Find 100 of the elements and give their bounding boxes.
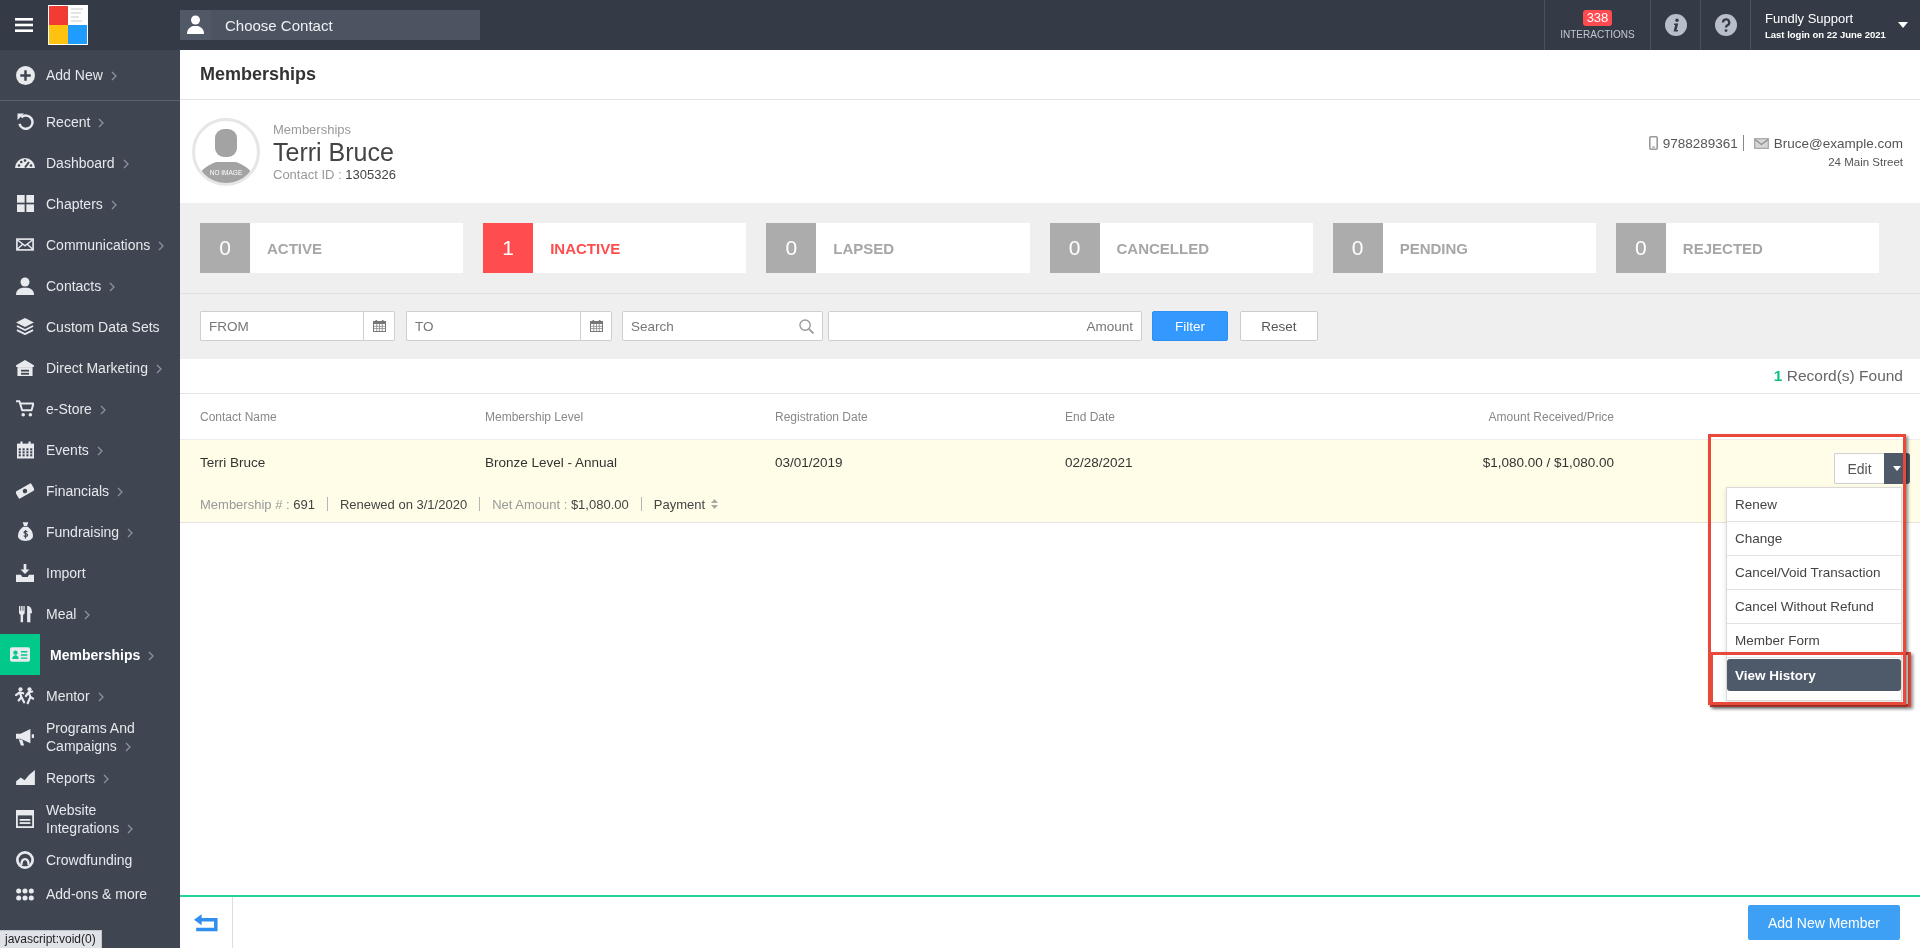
status-count: 1 (483, 223, 534, 273)
squares-logo-icon[interactable] (48, 5, 88, 45)
menu-item[interactable]: Cancel Without Refund (1727, 590, 1901, 624)
status-count: 0 (1615, 223, 1666, 273)
section-label: Memberships (273, 121, 352, 137)
status-count: 0 (1332, 223, 1383, 273)
browser-window-icon (16, 809, 34, 828)
sidebar-item[interactable]: Fundraising (0, 511, 180, 552)
menu-icon[interactable] (15, 18, 33, 32)
detail-label-value: Net Amount : $1,080.00 (492, 496, 629, 512)
sidebar-item[interactable]: Financials (0, 470, 180, 511)
column-header: Amount Received/Price (1487, 409, 1614, 424)
layers-icon (16, 318, 34, 335)
contact-id: Contact ID : 1305326 (273, 166, 396, 182)
utensils-icon (18, 604, 32, 623)
sidebar-item[interactable]: Import (0, 552, 180, 593)
envelope-icon (16, 238, 34, 251)
contact-name: Terri Bruce (273, 137, 394, 167)
sidebar-item[interactable]: Direct Marketing (0, 347, 180, 388)
sidebar-item[interactable]: Website Integrations (0, 798, 180, 839)
edit-button[interactable]: Edit (1834, 453, 1884, 484)
table-cell-text: Terri Bruce (200, 454, 267, 470)
interactions-count-badge: 338 (1582, 10, 1613, 26)
column-header: End Date (1065, 409, 1117, 424)
sidebar-item[interactable]: Add-ons & more (0, 880, 180, 908)
column-header: Registration Date (775, 409, 869, 424)
to-date-field[interactable]: TO (406, 311, 580, 341)
cart-icon (16, 400, 34, 417)
table-cell-text: 03/01/2019 (775, 454, 844, 470)
table-cell-text: Bronze Level - Annual (485, 454, 619, 470)
sidebar-item[interactable]: Programs And Campaigns (0, 716, 180, 757)
menu-item[interactable]: View History (1727, 659, 1901, 691)
sort-toggle[interactable]: Payment (653, 496, 719, 512)
sidebar-item[interactable]: Memberships (0, 634, 180, 675)
link-url-status: javascript:void(0) (0, 930, 102, 948)
sidebar-item[interactable]: Crowdfunding (0, 839, 180, 880)
sidebar-item[interactable]: Recent (0, 101, 180, 142)
calendar-icon (589, 320, 603, 332)
detail-label-value: Membership # : 691 (200, 496, 315, 512)
calendar-icon (372, 320, 386, 332)
status-count: 0 (766, 223, 817, 273)
menu-item[interactable]: Member Form (1727, 624, 1901, 658)
dots-grid-icon (16, 887, 34, 901)
area-chart-icon (15, 770, 35, 785)
calendar-button[interactable] (580, 311, 612, 341)
caret-icon (1893, 466, 1901, 471)
plus-circle-icon (15, 65, 35, 85)
search-field[interactable]: Search (622, 311, 823, 341)
sidebar-item[interactable]: Add New (0, 50, 180, 101)
menu-item[interactable]: Change (1727, 522, 1901, 556)
grid-icon (16, 195, 34, 212)
from-date-field[interactable]: FROM (200, 311, 363, 341)
calendar-button[interactable] (363, 311, 395, 341)
amount-field[interactable]: Amount (828, 311, 1142, 341)
dropdown-toggle-button[interactable] (1884, 453, 1910, 484)
building-icon (16, 359, 34, 376)
download-icon (16, 563, 34, 582)
sidebar-item[interactable]: Custom Data Sets (0, 306, 180, 347)
detail-text: Renewed on 3/1/2020 (339, 496, 468, 512)
ring-icon (16, 850, 34, 869)
user-icon (16, 276, 34, 295)
sidebar-item[interactable]: Events (0, 429, 180, 470)
running-people-icon (15, 686, 35, 705)
sidebar-item[interactable]: Chapters (0, 183, 180, 224)
menu-item[interactable]: Renew (1727, 488, 1901, 522)
interactions-button[interactable]: 338 INTERACTIONS (1560, 10, 1635, 40)
mobile-phone-icon (1648, 136, 1658, 150)
sidebar-item[interactable]: Mentor (0, 675, 180, 716)
sidebar-item[interactable]: Reports (0, 757, 180, 798)
return-arrow-icon[interactable] (194, 913, 218, 932)
calendar-icon (16, 440, 34, 459)
status-count: 0 (200, 223, 250, 273)
history-icon (16, 113, 34, 130)
status-count: 0 (1049, 223, 1100, 273)
money-bag-icon (17, 522, 33, 541)
records-found: 1 Record(s) Found (1773, 367, 1903, 385)
sidebar-item[interactable]: e-Store (0, 388, 180, 429)
phone-number: 9788289361 (1662, 135, 1738, 151)
page-title: Memberships (200, 64, 317, 85)
search-icon[interactable] (799, 319, 814, 334)
sidebar-item[interactable]: Dashboard (0, 142, 180, 183)
street-address: 24 Main Street (1828, 156, 1903, 168)
sidebar-item[interactable]: Communications (0, 224, 180, 265)
table-cell-text: $1,080.00 / $1,080.00 (1481, 454, 1614, 470)
sidebar-item[interactable]: Meal (0, 593, 180, 634)
reset-button[interactable]: Reset (1240, 311, 1318, 341)
help-icon[interactable] (1714, 14, 1737, 36)
menu-item[interactable]: Cancel/Void Transaction (1727, 556, 1901, 590)
caret-icon (1898, 22, 1908, 28)
gauge-icon (15, 157, 35, 168)
table-cell-text: 02/28/2021 (1065, 454, 1134, 470)
id-card-icon (0, 634, 40, 675)
megaphone-icon (16, 727, 34, 746)
email-address: Bruce@example.com (1773, 135, 1903, 151)
envelope-icon (1753, 137, 1769, 149)
info-icon[interactable] (1664, 14, 1687, 36)
column-header: Membership Level (485, 409, 585, 424)
column-header: Contact Name (200, 409, 278, 424)
sort-icon (711, 499, 719, 509)
sidebar-item[interactable]: Contacts (0, 265, 180, 306)
